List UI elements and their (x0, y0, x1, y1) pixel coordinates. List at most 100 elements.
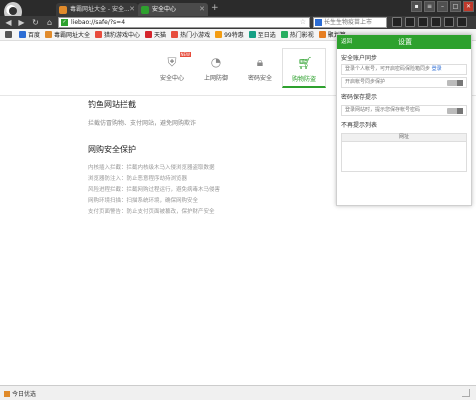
section-desc: 拦截仿冒购物、支付网站，避免网购欺诈 (88, 120, 197, 127)
toolbar-icon[interactable] (392, 17, 402, 27)
shield-icon: ⛨ (167, 55, 177, 69)
bookmark-label: 热门小游戏 (180, 32, 211, 39)
close-icon[interactable]: ✕ (199, 3, 205, 16)
new-badge: NEW (179, 52, 191, 57)
bookmark-label: 毒霸网址大全 (54, 32, 91, 39)
status-item[interactable]: 今日优选 (4, 389, 36, 398)
bookmark-item[interactable]: 热门影视 (280, 30, 314, 39)
password-save-toggle[interactable] (447, 108, 463, 114)
tab-favicon-icon (141, 6, 149, 14)
bookmark-label: 猎豹游戏中心 (104, 32, 141, 39)
shopping-section: 网购安全保护 内核插入拦截：拦截内核级木马入侵浏览器盗取数据 浏览器防注入：防止… (88, 144, 220, 218)
toolbar-icons (392, 17, 467, 27)
list-item: 网购环境扫描：扫描系统环境，确保网购安全 (88, 198, 199, 204)
account-sync-heading: 安全账户同步 (341, 55, 378, 62)
home-icon[interactable]: ⌂ (44, 17, 55, 28)
window-controls: ▪ ≡ – □ ✕ (411, 1, 474, 12)
bookmark-item[interactable]: 至日选 (248, 30, 276, 39)
bookmark-favicon-icon (45, 31, 53, 38)
new-tab-icon[interactable]: + (211, 2, 219, 14)
title-bar: 毒霸网址大全 - 安全... ✕ 安全中心 ✕ + ▪ ≡ – □ ✕ (0, 0, 476, 22)
password-save-row: 登录网站时，提示您保存帐号密码 (341, 105, 467, 116)
resize-grip-icon[interactable] (462, 389, 470, 397)
bookmark-favicon-icon (280, 31, 288, 38)
tab-favicon-icon (59, 6, 67, 14)
nav-label: 上网防御 (203, 75, 228, 82)
security-check-icon: ✓ (61, 19, 68, 26)
panel-title: 设置 (398, 38, 412, 46)
bookmark-apps[interactable] (5, 31, 14, 38)
status-text: 今日优选 (12, 391, 37, 398)
skin-icon[interactable]: ▪ (411, 1, 422, 12)
bookmark-favicon-icon (248, 31, 256, 38)
panel-header: 设置 返回 (337, 35, 471, 49)
bookmark-label: 至日选 (257, 32, 276, 39)
nav-security-center[interactable]: ⛨ 安全中心 NEW (150, 48, 194, 88)
list-item: 浏览器防注入：防止恶意程序劫持浏览器 (88, 176, 188, 182)
apps-icon (5, 31, 12, 38)
bookmark-favicon-icon (171, 31, 179, 38)
toolbar-icon[interactable] (405, 17, 415, 27)
nav-label: 安全中心 (159, 75, 184, 82)
back-icon[interactable]: ◀ (3, 17, 14, 28)
speedometer-icon: ◔ (210, 55, 222, 69)
bookmark-favicon-icon (145, 31, 153, 38)
toolbar-icon[interactable] (418, 17, 428, 27)
bookmark-item[interactable]: 天猫 (145, 30, 166, 39)
login-link[interactable]: 登录 (432, 66, 442, 72)
bookmark-item[interactable]: 99特惠 (215, 30, 244, 39)
bookmark-favicon-icon (95, 31, 103, 38)
no-prompt-list[interactable] (341, 142, 467, 172)
close-icon[interactable]: ✕ (129, 3, 135, 16)
phishing-section: 钓鱼网站拦截 拦截仿冒购物、支付网站，避免网购欺诈 (88, 99, 196, 127)
list-item: 内核插入拦截：拦截内核级木马入侵浏览器盗取数据 (88, 165, 215, 171)
nav-web-defense[interactable]: ◔ 上网防御 (194, 48, 238, 88)
nav-password-security[interactable]: 🔒︎ 密码安全 (238, 48, 282, 88)
minimize-icon[interactable]: – (437, 1, 448, 12)
maximize-icon[interactable]: □ (450, 1, 461, 12)
tab-title: 安全中心 (152, 6, 177, 13)
bookmark-label: 百度 (28, 32, 41, 39)
bookmark-item[interactable]: 百度 (19, 30, 40, 39)
refresh-icon[interactable]: ↻ (30, 17, 41, 28)
bookmark-item[interactable]: 猎豹游戏中心 (95, 30, 140, 39)
search-box[interactable] (313, 17, 387, 28)
bookmark-favicon-icon (215, 31, 223, 38)
close-window-icon[interactable]: ✕ (463, 1, 474, 12)
tab-title: 毒霸网址大全 - 安全... (70, 6, 130, 13)
status-icon (4, 390, 10, 397)
tab-navigation[interactable]: 毒霸网址大全 - 安全... ✕ (56, 3, 138, 16)
status-bar: 今日优选 (0, 385, 476, 400)
search-input[interactable] (324, 18, 382, 27)
list-item: 风险进程拦截：拦截网购过程运行，避免病毒木马侵害 (88, 187, 221, 193)
nav-label: 密码安全 (247, 75, 272, 82)
account-sync-desc: 登录个人帐号，可开启密码保险箱同步 登录 (341, 64, 467, 75)
list-item: 支付页面警告：防止支付页面被篡改，保护财产安全 (88, 209, 215, 215)
bookmark-label: 天猫 (154, 32, 167, 39)
bookmark-item[interactable]: 热门小游戏 (171, 30, 210, 39)
toolbar-icon[interactable] (457, 17, 467, 27)
bookmark-favicon-icon (19, 31, 26, 38)
section-title: 钓鱼网站拦截 (88, 100, 136, 109)
bookmark-favicon-icon (318, 31, 326, 38)
menu-icon[interactable]: ≡ (424, 1, 435, 12)
password-save-heading: 密码保存提示 (341, 94, 378, 101)
address-bar[interactable]: ✓ liebao://safe/?s=4 ☆ (58, 17, 310, 28)
table-header: 网址 (341, 133, 467, 142)
section-title: 网购安全保护 (88, 145, 136, 154)
forward-icon[interactable]: ▶ (16, 17, 27, 28)
address-url: liebao://safe/?s=4 (71, 19, 126, 26)
star-icon[interactable]: ☆ (300, 18, 306, 27)
bookmark-label: 热门影视 (289, 32, 314, 39)
account-protect-toggle[interactable] (447, 80, 463, 86)
toolbar-icon[interactable] (431, 17, 441, 27)
cart-icon: 🛒︎ (297, 56, 313, 70)
back-button[interactable]: 返回 (341, 35, 352, 49)
settings-panel: 设置 返回 安全账户同步 登录个人帐号，可开启密码保险箱同步 登录 开启帐号同步… (336, 34, 472, 206)
nav-shopping-protection[interactable]: 🛒︎ 购物防盗 (282, 48, 326, 88)
bookmark-item[interactable]: 毒霸网址大全 (45, 30, 90, 39)
lock-icon: 🔒︎ (256, 55, 264, 69)
toolbar-icon[interactable] (444, 17, 454, 27)
tab-security-center[interactable]: 安全中心 ✕ (138, 3, 208, 16)
search-engine-icon[interactable] (315, 19, 322, 26)
